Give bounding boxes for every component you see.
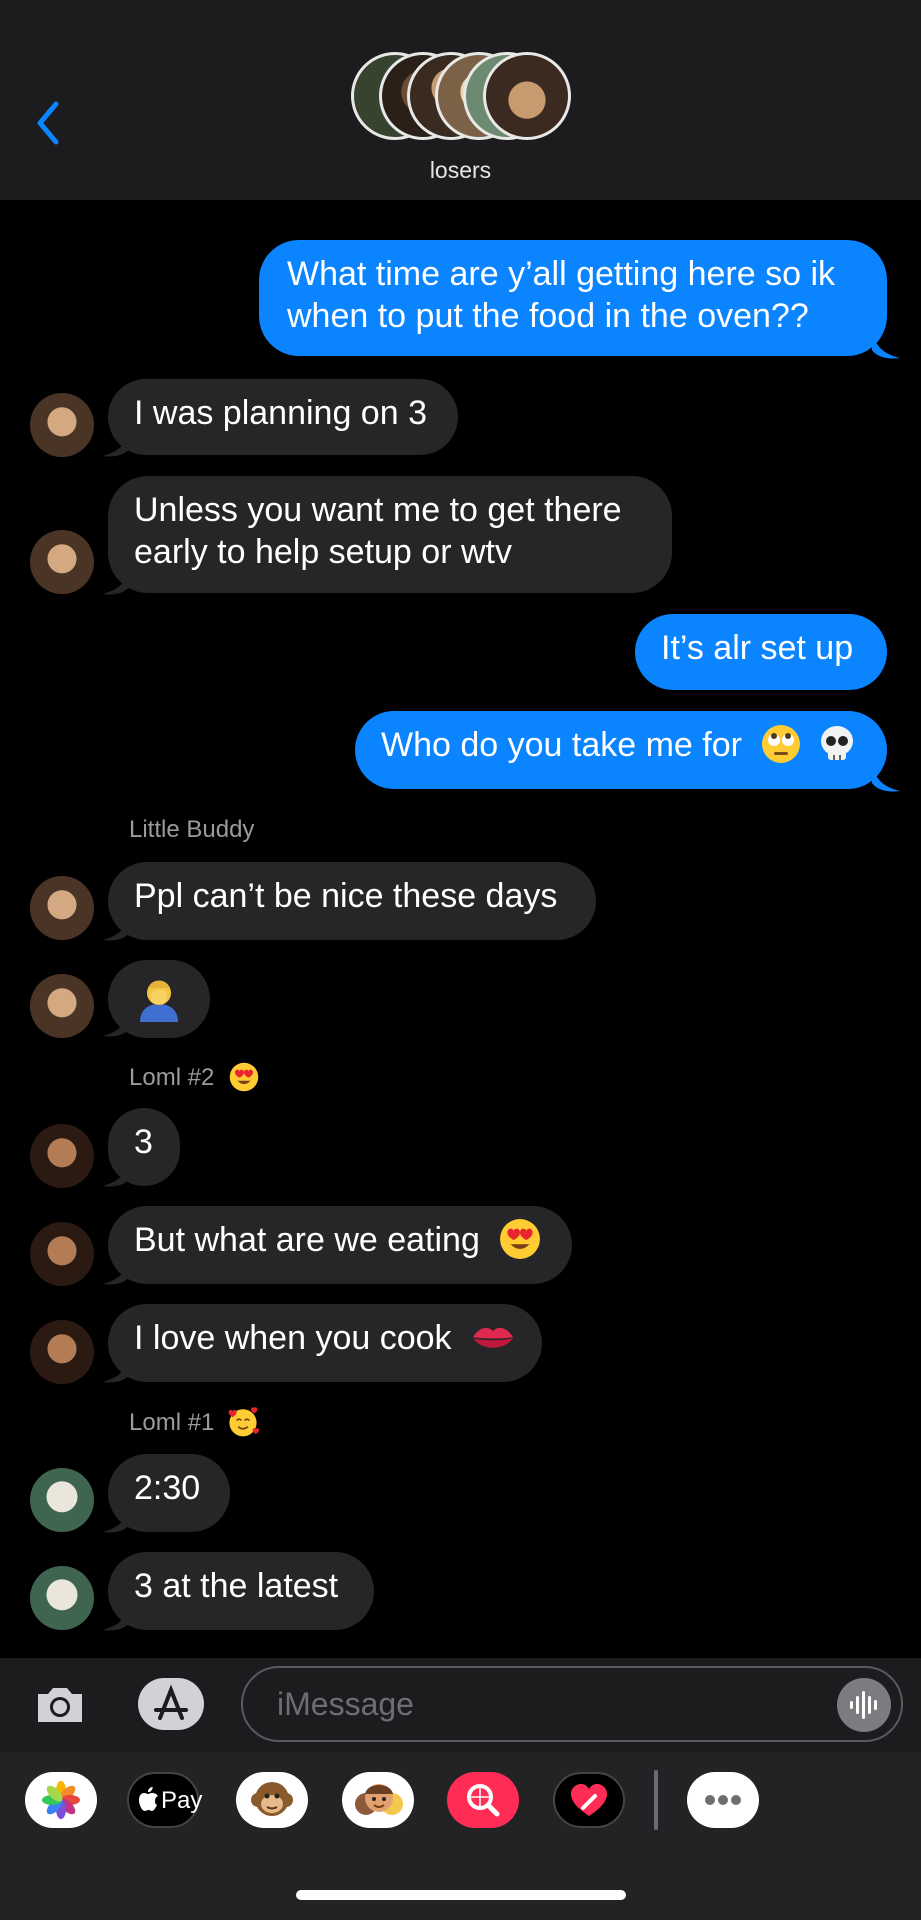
image-search-button[interactable] (447, 1772, 519, 1828)
monkey-memoji-icon (251, 1782, 293, 1816)
bubble-tail (102, 1602, 130, 1631)
avatar[interactable] (30, 393, 94, 457)
message-text: What time are y’all getting here so ik (287, 255, 836, 293)
waveform-icon (850, 1691, 877, 1719)
message-text: 2:30 (134, 1469, 201, 1507)
bubble-tail (102, 566, 130, 595)
conversation-header: losers (0, 0, 921, 200)
digital-touch-button[interactable] (553, 1772, 625, 1828)
memoji-stickers-icon (355, 1784, 403, 1815)
avatar[interactable] (30, 1468, 94, 1532)
tray-divider (654, 1770, 658, 1830)
message-bubble-sent[interactable]: Who do you take me for (355, 711, 887, 789)
message-text: early to help setup or wtv (134, 533, 512, 571)
photos-icon (42, 1781, 80, 1819)
bubble-tail (102, 1354, 130, 1383)
bubble-tail (102, 1256, 130, 1285)
message-text: It’s alr set up (661, 629, 854, 667)
apple-logo-icon (139, 1787, 158, 1811)
avatar[interactable] (30, 1566, 94, 1630)
more-icon (705, 1795, 741, 1805)
avatar[interactable] (30, 530, 94, 594)
bubble-tail (872, 763, 900, 792)
message-text: when to put the food in the oven?? (287, 297, 809, 335)
message-text: Unless you want me to get there (134, 491, 622, 529)
message-bubble-received[interactable]: But what are we eating (108, 1206, 572, 1284)
apple-pay-button[interactable]: Pay (127, 1772, 203, 1828)
message-bubble-received[interactable]: Ppl can’t be nice these days (108, 862, 596, 940)
input-placeholder: iMessage (277, 1686, 414, 1722)
avatar[interactable] (30, 1320, 94, 1384)
more-apps-button[interactable] (687, 1772, 759, 1828)
message-text: Who do you take me for (381, 726, 742, 764)
sender-name-text: Loml #1 (129, 1409, 215, 1436)
camera-icon (38, 1688, 82, 1722)
message-text: Ppl can’t be nice these days (134, 877, 558, 915)
sender-name-text: Loml #2 (129, 1064, 215, 1091)
sender-name: Loml #2 (129, 1062, 259, 1092)
animoji-button[interactable] (236, 1772, 308, 1828)
facepalm-emoji-icon (140, 980, 178, 1022)
group-name[interactable]: losers (0, 157, 921, 184)
bubble-tail (872, 330, 900, 359)
sender-name: Loml #1 (129, 1406, 260, 1438)
eye-roll-emoji-icon (762, 725, 801, 764)
message-text: But what are we eating (134, 1221, 480, 1259)
app-store-icon (138, 1678, 204, 1730)
bubble-tail (102, 1158, 130, 1187)
message-bubble-received[interactable]: 3 at the latest (108, 1552, 374, 1630)
imessage-input[interactable]: iMessage (241, 1666, 903, 1742)
message-bubble-received[interactable]: I love when you cook (108, 1304, 542, 1382)
message-bubble-sent[interactable]: What time are y’all getting here so ik w… (259, 240, 887, 356)
message-bubble-sent[interactable]: It’s alr set up (635, 614, 887, 690)
heart-eyes-emoji-icon (229, 1062, 259, 1091)
message-text: 3 at the latest (134, 1567, 339, 1605)
smiling-with-hearts-emoji-icon (228, 1406, 260, 1437)
message-input-bar: iMessage (0, 1658, 921, 1752)
avatar[interactable] (30, 974, 94, 1038)
lips-emoji-icon (472, 1327, 513, 1348)
digital-touch-icon (571, 1784, 607, 1816)
bubble-tail (102, 912, 130, 941)
message-text: 3 (134, 1123, 153, 1161)
bubble-tail (102, 1008, 130, 1037)
audio-message-button[interactable] (837, 1678, 891, 1732)
sender-name: Little Buddy (129, 816, 255, 843)
chevron-left-icon (37, 101, 59, 145)
apple-pay-label: Pay (161, 1787, 203, 1814)
image-search-icon (467, 1784, 500, 1817)
group-avatars[interactable] (351, 52, 571, 146)
memoji-stickers-button[interactable] (342, 1772, 414, 1828)
back-button[interactable] (30, 98, 70, 148)
bubble-tail (102, 1504, 130, 1533)
message-text: I love when you cook (134, 1319, 452, 1357)
home-indicator[interactable] (296, 1890, 626, 1900)
photos-app-button[interactable] (25, 1772, 97, 1828)
message-text: I was planning on 3 (134, 394, 427, 432)
app-store-button[interactable] (136, 1674, 206, 1734)
avatar[interactable] (30, 1222, 94, 1286)
avatar[interactable] (30, 876, 94, 940)
message-bubble-received[interactable]: I was planning on 3 (108, 379, 458, 455)
avatar (483, 52, 571, 140)
message-bubble-received[interactable]: Unless you want me to get there early to… (108, 476, 672, 593)
heart-eyes-emoji-icon (500, 1219, 541, 1259)
skull-emoji-icon (820, 726, 853, 761)
camera-button[interactable] (32, 1676, 88, 1732)
bubble-tail (102, 428, 130, 457)
avatar[interactable] (30, 1124, 94, 1188)
